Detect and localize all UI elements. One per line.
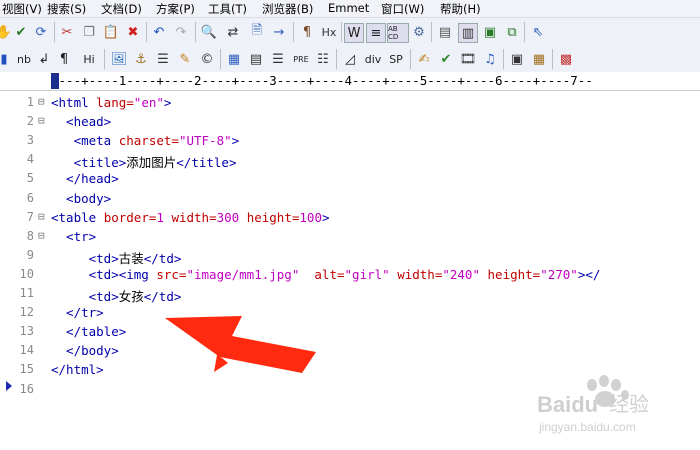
watermark-url: jingyan.baidu.com xyxy=(538,420,636,434)
watermark-brand-cn: 经验 xyxy=(609,392,649,416)
watermark-brand: Baidu xyxy=(537,392,598,417)
paw-logo-icon: Baidu 经验 jingyan.baidu.com xyxy=(537,375,649,434)
baidu-jingyan-watermark: Baidu 经验 jingyan.baidu.com xyxy=(535,375,695,439)
arrow-shape xyxy=(165,316,316,373)
